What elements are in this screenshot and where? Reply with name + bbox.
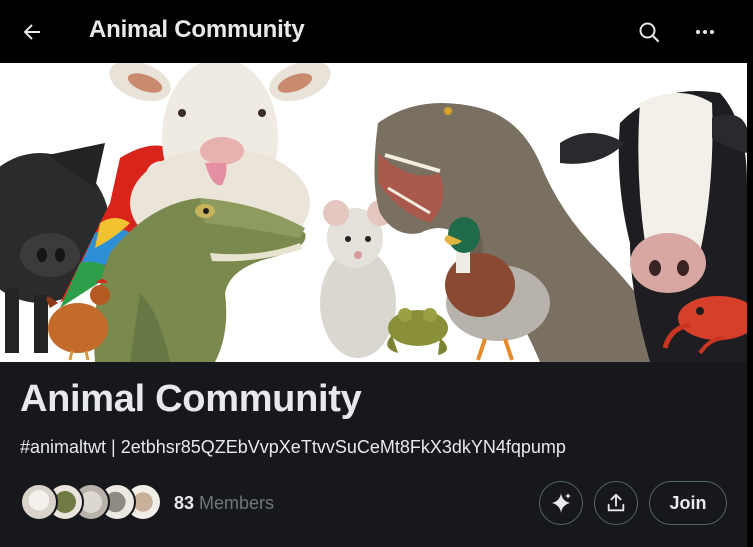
members-label: Members [194,493,275,513]
member-count-number: 83 [174,493,195,513]
community-banner [0,63,747,362]
scrollbar[interactable] [747,63,753,547]
sparkle-icon [552,493,571,513]
back-button[interactable] [12,12,52,52]
community-description: #animaltwt | 2etbhsr85QZEbVvpXeTtvvSuCeM… [20,437,566,457]
join-button[interactable]: Join [649,481,727,525]
avatar [20,483,58,521]
search-icon [639,22,660,43]
grok-summary-button[interactable] [539,481,583,525]
community-info-panel: Animal Community #animaltwt | 2etbhsr85Q… [0,362,747,547]
community-name: Animal Community [20,378,362,420]
more-options-button[interactable] [685,12,725,52]
share-button[interactable] [594,481,638,525]
member-avatars[interactable] [20,483,162,521]
animal-collage-image [0,63,747,362]
top-bar: Animal Community [0,0,753,63]
member-count[interactable]: 83 Members [174,493,274,514]
rat-illustration [320,200,396,358]
search-button[interactable] [629,12,669,52]
share-icon [607,493,625,512]
page-title: Animal Community [89,16,305,43]
arrow-left-icon [23,24,40,40]
more-horizontal-icon [696,30,714,34]
